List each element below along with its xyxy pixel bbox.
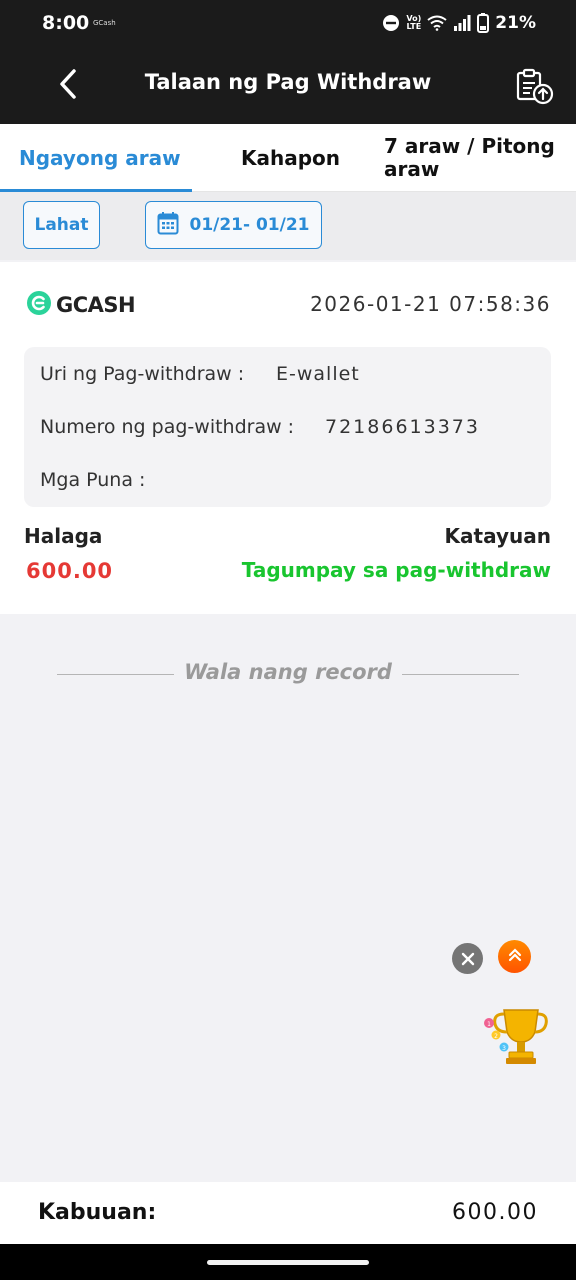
date-range-label: 01/21- 01/21 — [189, 215, 310, 235]
gcash-logo-icon — [26, 290, 52, 320]
amount-label: Halaga — [24, 524, 103, 548]
signal-icon — [453, 15, 471, 31]
volte-icon: Vo) LTE — [406, 14, 422, 31]
tab-today[interactable]: Ngayong araw — [19, 124, 181, 192]
do-not-disturb-icon — [382, 14, 400, 32]
status-bar: 8:00 GCash Vo) LTE 21% — [0, 0, 576, 48]
home-indicator[interactable] — [207, 1260, 369, 1265]
battery-icon — [477, 13, 490, 33]
total-label: Kabuuan: — [38, 1200, 157, 1225]
no-more-records-text: Wala nang record — [184, 660, 392, 684]
remarks-label: Mga Puna : — [40, 469, 146, 491]
upload-record-button[interactable] — [514, 68, 556, 108]
close-icon — [461, 947, 475, 971]
filter-all-button[interactable]: Lahat — [23, 201, 100, 249]
withdraw-number-value: 72186613373 — [325, 416, 480, 438]
system-nav-bar — [0, 1244, 576, 1280]
withdraw-number-label: Numero ng pag-withdraw : — [40, 416, 295, 438]
svg-text:1: 1 — [487, 1021, 491, 1028]
filter-all-label: Lahat — [34, 215, 89, 235]
total-value: 600.00 — [452, 1200, 538, 1225]
withdraw-type-value: E-wallet — [276, 363, 360, 385]
status-label: Katayuan — [444, 524, 551, 548]
tab-yesterday[interactable]: Kahapon — [241, 124, 340, 192]
filter-bar: Lahat 01/21- 01/21 — [0, 192, 576, 260]
record-details: Uri ng Pag-withdraw : E-wallet Numero ng… — [24, 347, 551, 507]
divider-line-right — [402, 674, 519, 675]
battery-percent: 21% — [495, 13, 536, 33]
document-upload-icon — [514, 68, 554, 110]
amount-value: 600.00 — [26, 559, 114, 583]
withdraw-type-label: Uri ng Pag-withdraw : — [40, 363, 245, 385]
tab-seven-days[interactable]: 7 araw / Pitong araw — [384, 124, 570, 192]
notification-app-label: GCash — [93, 19, 116, 27]
trophy-button[interactable]: 1 2 3 — [480, 1004, 548, 1068]
scroll-top-button[interactable] — [498, 940, 531, 973]
record-datetime: 2026-01-21 07:58:36 — [310, 292, 551, 316]
status-time: 8:00 — [42, 12, 90, 34]
wifi-icon — [427, 15, 447, 31]
provider-name: GCASH — [56, 293, 136, 317]
list-end-divider: Wala nang record — [57, 656, 519, 692]
total-bar: Kabuuan: 600.00 — [0, 1182, 576, 1244]
close-float-button[interactable] — [452, 943, 483, 974]
svg-text:3: 3 — [502, 1045, 506, 1052]
double-chevron-up-icon — [507, 947, 523, 967]
trophy-icon: 1 2 3 — [480, 1009, 548, 1072]
status-icons: Vo) LTE 21% — [382, 13, 536, 33]
calendar-icon — [157, 211, 179, 240]
gcash-logo: GCASH — [26, 290, 136, 320]
date-tabs: Ngayong araw Kahapon 7 araw / Pitong ara… — [0, 124, 576, 192]
withdraw-record-card[interactable]: GCASH 2026-01-21 07:58:36 Uri ng Pag-wit… — [0, 262, 576, 614]
app-header: Talaan ng Pag Withdraw — [0, 48, 576, 124]
svg-text:2: 2 — [494, 1033, 498, 1040]
date-range-button[interactable]: 01/21- 01/21 — [145, 201, 322, 249]
status-value: Tagumpay sa pag-withdraw — [241, 558, 551, 582]
page-title: Talaan ng Pag Withdraw — [144, 70, 432, 94]
